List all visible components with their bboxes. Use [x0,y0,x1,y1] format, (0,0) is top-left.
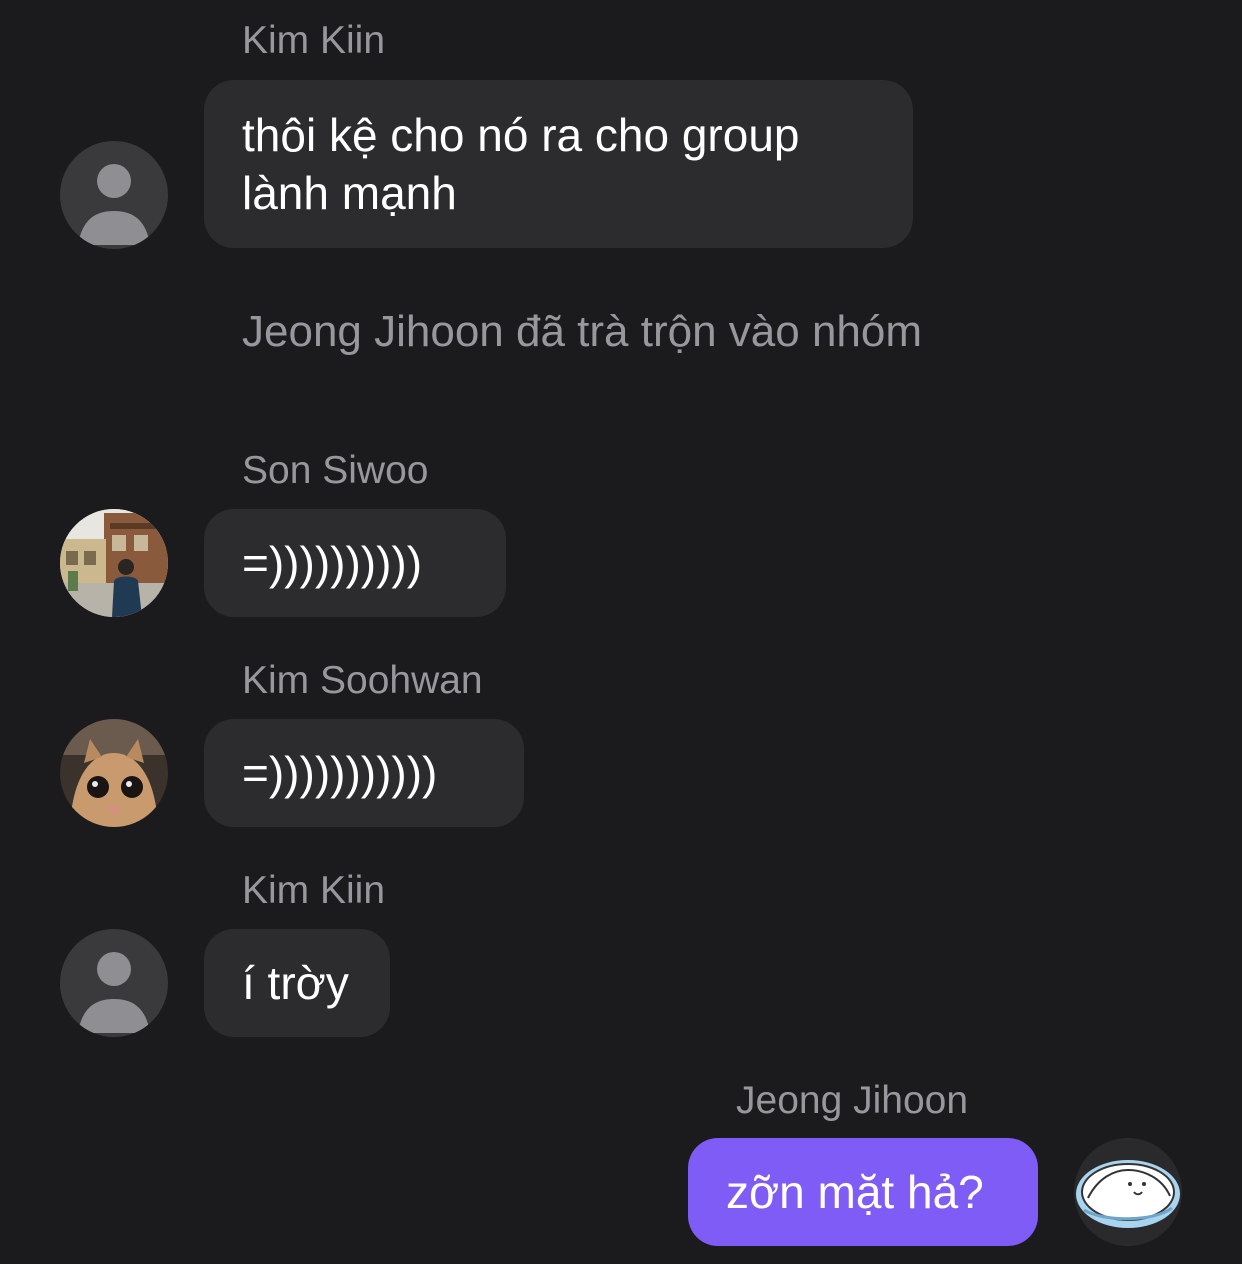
message-bubble[interactable]: thôi kệ cho nó ra cho group lành mạnh [204,80,913,248]
photo-avatar-cat[interactable] [60,719,168,827]
message-text: í trờy [242,957,349,1009]
sender-name: Kim Kiin [242,869,386,912]
default-person-icon[interactable] [60,929,168,1037]
message-bubble[interactable]: zỡn mặt hả? [688,1138,1038,1246]
message-bubble[interactable]: =))))))))))) [204,719,524,827]
photo-avatar-street[interactable] [60,509,168,617]
system-message: Jeong Jihoon đã trà trộn vào nhóm [242,307,923,356]
sender-name: Jeong Jihoon [736,1079,969,1122]
message-text: =)))))))))) [242,537,423,589]
message-text: zỡn mặt hả? [726,1166,984,1218]
message-bubble[interactable]: =)))))))))) [204,509,506,617]
sender-name: Kim Kiin [242,19,386,62]
sender-name: Kim Soohwan [242,659,483,702]
cartoon-sticker-avatar[interactable] [1074,1138,1182,1246]
message-text: thôi kệ cho nó ra cho group lành mạnh [242,109,800,219]
message-bubble[interactable]: í trờy [204,929,390,1037]
message-text: =))))))))))) [242,747,438,799]
sender-name: Son Siwoo [242,449,429,492]
default-person-icon[interactable] [60,141,168,249]
